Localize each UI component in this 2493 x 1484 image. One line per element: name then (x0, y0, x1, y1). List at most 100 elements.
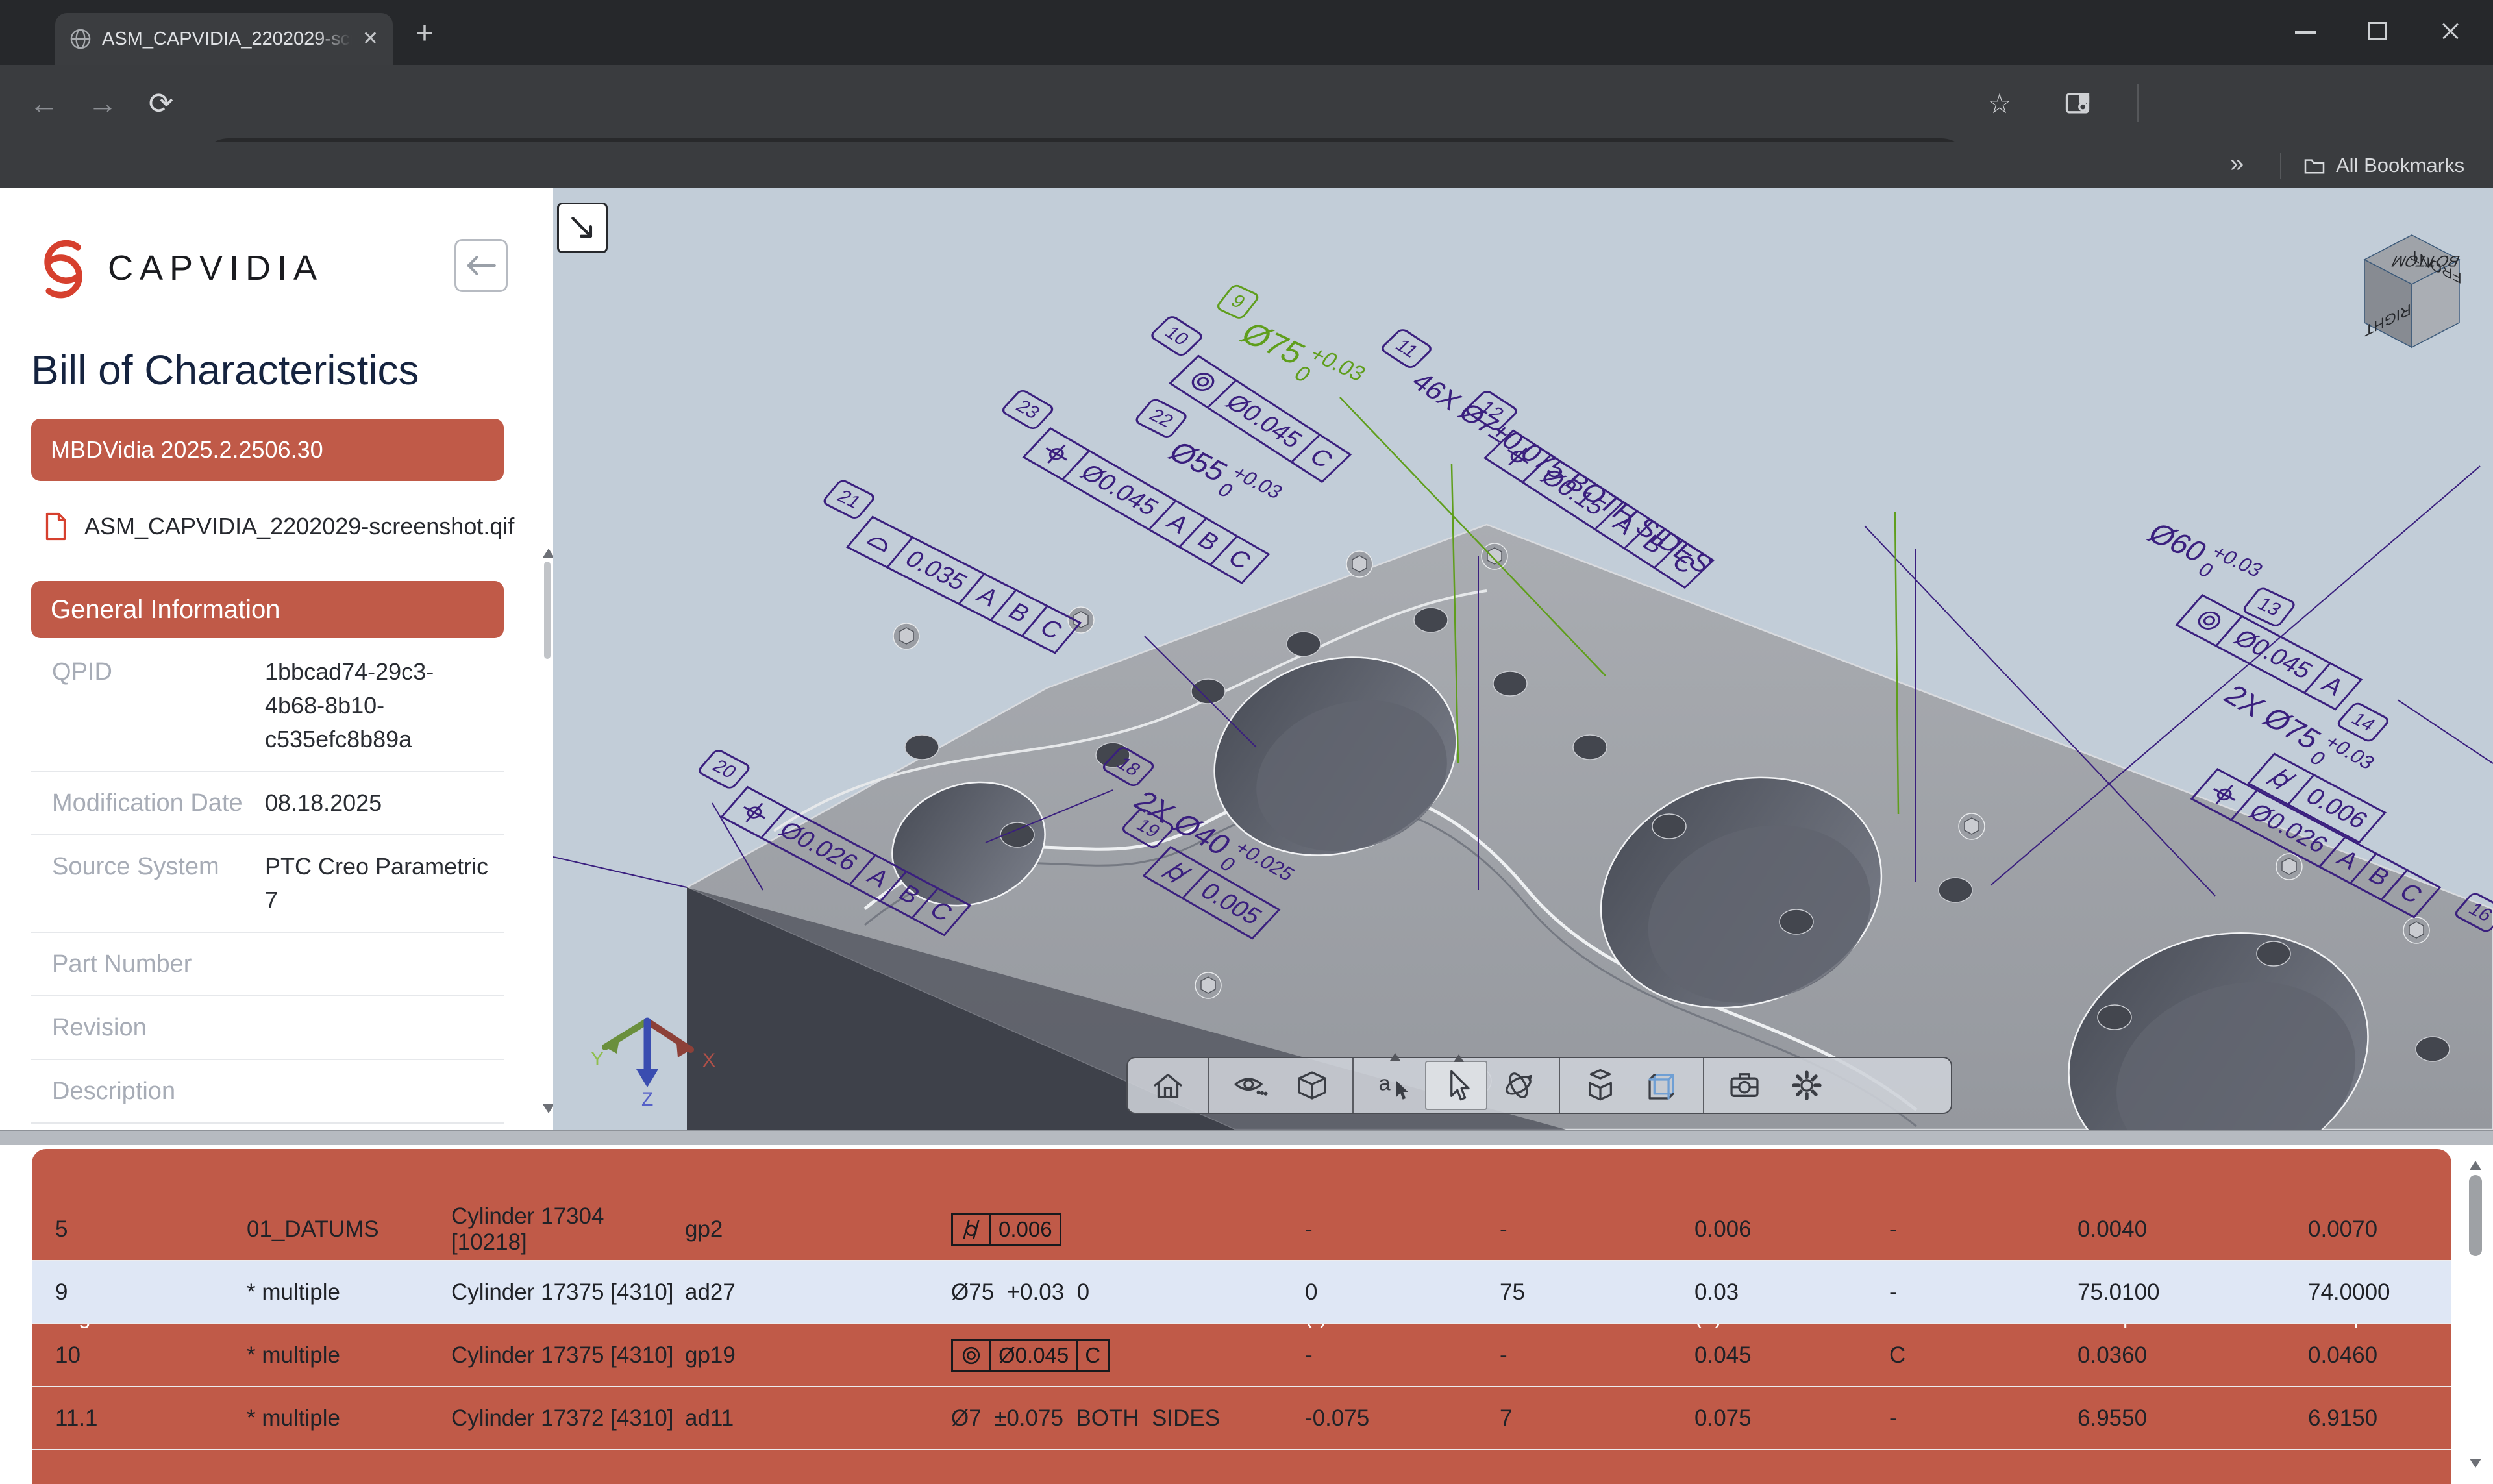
forward-icon[interactable]: → (83, 65, 122, 142)
version-badge[interactable]: MBDVidia 2025.2.2506.30 (31, 419, 504, 481)
info-label: Revision (31, 1011, 265, 1045)
info-row-modification-date: Modification Date 08.18.2025 (31, 772, 504, 835)
sidebar: CAPVIDIA Bill of Characteristics MBDVidi… (0, 188, 553, 1130)
cell-saved-view: * multiple (247, 1280, 451, 1305)
gdt-frame: 0.006 (951, 1213, 1061, 1246)
table-row[interactable]: 5 01_DATUMS Cylinder 17304 [10218] gp2 0… (32, 1198, 2451, 1261)
general-info-table: QPID 1bbcad74-29c3-4b68-8b10-c535efc8b89… (31, 641, 504, 1187)
orbit-button[interactable] (1487, 1061, 1550, 1110)
gear-icon (1788, 1067, 1826, 1104)
brand-row: CAPVIDIA (31, 234, 323, 303)
cell-annotation: gp2 (685, 1217, 951, 1243)
collapse-panel-button[interactable] (454, 239, 508, 292)
folder-icon (2303, 156, 2326, 175)
cell-saved-view: * multiple (247, 1342, 451, 1368)
info-value (265, 1074, 489, 1108)
eye-icon (1231, 1067, 1269, 1104)
cell-nominal: 75 (1500, 1280, 1694, 1305)
select-annotation-button[interactable]: a (1363, 1061, 1425, 1110)
cell-feature: Cylinder 17375 [4310] (451, 1342, 685, 1368)
arrow-left-icon (465, 254, 497, 277)
panel-resize-handle[interactable] (0, 1130, 2493, 1146)
select-button[interactable] (1425, 1061, 1487, 1110)
overflow-chevrons-icon[interactable]: » (2230, 150, 2244, 178)
camera-icon (1726, 1067, 1763, 1104)
cylindricity-symbol-icon (953, 1215, 989, 1244)
cell-plus: 0.075 (1694, 1405, 1889, 1431)
scrollbar-thumb[interactable] (2469, 1175, 2482, 1256)
scrollbar-thumb[interactable] (544, 562, 551, 659)
axis-y-label: Y (591, 1048, 604, 1070)
cell-sample2: 0.0070 (2308, 1217, 2451, 1243)
bookmark-star-icon[interactable]: ☆ (1980, 65, 2019, 142)
cell-annotation: gp19 (685, 1342, 951, 1368)
info-value: 1bbcad74-29c3-4b68-8b10-c535efc8b89a (265, 655, 447, 756)
cell-drf: - (1889, 1280, 2078, 1305)
info-label: Description (31, 1074, 265, 1108)
info-label: Modification Date (31, 786, 265, 820)
cell-drf: - (1889, 1405, 2078, 1431)
gdt-text: Ø7 ±0.075 BOTH SIDES (951, 1405, 1305, 1431)
all-bookmarks-button[interactable]: All Bookmarks (2303, 142, 2464, 189)
info-label: Part Number (31, 947, 265, 981)
tab-close-icon[interactable]: ✕ (362, 29, 378, 49)
info-row-part-number: Part Number (31, 933, 504, 996)
cell-nominal: - (1500, 1342, 1694, 1368)
explode-view-button[interactable] (1569, 1061, 1631, 1110)
section-general-information[interactable]: General Information (31, 581, 504, 638)
cell-tag: 10 (55, 1342, 247, 1368)
cell-tag: 5 (55, 1217, 247, 1243)
cell-minus: -0.075 (1305, 1405, 1500, 1431)
expand-view-button[interactable] (557, 203, 608, 253)
shaded-view-button[interactable] (1281, 1061, 1343, 1110)
cell-sample1: 0.0360 (2078, 1342, 2308, 1368)
scroll-down-icon[interactable] (2470, 1459, 2481, 1468)
cursor-icon (1437, 1067, 1475, 1104)
home-view-button[interactable] (1137, 1061, 1199, 1110)
cell-drf: C (1889, 1342, 2078, 1368)
axis-x-label: X (702, 1050, 715, 1071)
info-value (265, 1011, 489, 1045)
cell-feature: Cylinder 17372 [4310] (451, 1405, 685, 1431)
settings-button[interactable] (1776, 1061, 1838, 1110)
cad-model[interactable] (553, 188, 2493, 1130)
scroll-up-icon[interactable] (2470, 1161, 2481, 1170)
new-tab-button[interactable]: + (416, 21, 434, 47)
window-minimize-icon[interactable] (2295, 31, 2316, 34)
back-icon[interactable]: ← (25, 65, 64, 142)
orbit-icon (1500, 1067, 1537, 1104)
home-icon (1149, 1067, 1187, 1104)
view-cube[interactable]: BOTTOM RIGHT FRONT (2357, 227, 2467, 364)
info-row-description: Description (31, 1060, 504, 1124)
cell-minus: - (1305, 1217, 1500, 1243)
viewer-3d[interactable]: BOTTOM RIGHT FRONT Y X Z 21 0.035ABC 23 … (553, 188, 2493, 1130)
select-text-icon: a (1375, 1067, 1413, 1104)
window-close-icon[interactable] (2440, 21, 2461, 42)
table-row[interactable]: 11.1 * multiple Cylinder 17372 [4310] ad… (32, 1387, 2451, 1450)
table-scrollbar[interactable] (2461, 1149, 2490, 1477)
cell-tag: 11.1 (55, 1405, 247, 1431)
info-value (265, 947, 489, 981)
reload-icon[interactable]: ⟳ (142, 65, 180, 142)
table-row-selected[interactable]: 9 * multiple Cylinder 17375 [4310] ad27 … (32, 1261, 2451, 1324)
browser-tab[interactable]: ASM_CAPVIDIA_2202029-scree ✕ (55, 13, 393, 65)
capvidia-logo-icon (31, 234, 93, 303)
browser-tab-strip: ASM_CAPVIDIA_2202029-scree ✕ + (0, 0, 2493, 65)
bookmarks-divider (2280, 153, 2281, 179)
cell-plus: 0.006 (1694, 1217, 1889, 1243)
side-panel-icon[interactable] (2063, 90, 2092, 118)
section-view-button[interactable] (1631, 1061, 1694, 1110)
cell-plus: 0.03 (1694, 1280, 1889, 1305)
cell-feature: Cylinder 17304 [10218] (451, 1204, 685, 1255)
table-row[interactable]: 10 * multiple Cylinder 17375 [4310] gp19… (32, 1324, 2451, 1387)
toolbar-divider (2137, 84, 2139, 122)
window-maximize-icon[interactable] (2368, 22, 2387, 40)
cube-icon (1293, 1067, 1331, 1104)
visibility-options-button[interactable] (1219, 1061, 1281, 1110)
screenshot-button[interactable] (1713, 1061, 1776, 1110)
cell-feature: Cylinder 17375 [4310] (451, 1280, 685, 1305)
gdt-datum: C (1076, 1341, 1108, 1370)
gdt-text: Ø75 +0.03 0 (951, 1280, 1305, 1305)
qif-file-item[interactable]: ASM_CAPVIDIA_2202029-screenshot.qif (44, 512, 514, 541)
sidebar-scrollbar[interactable] (543, 549, 552, 1113)
